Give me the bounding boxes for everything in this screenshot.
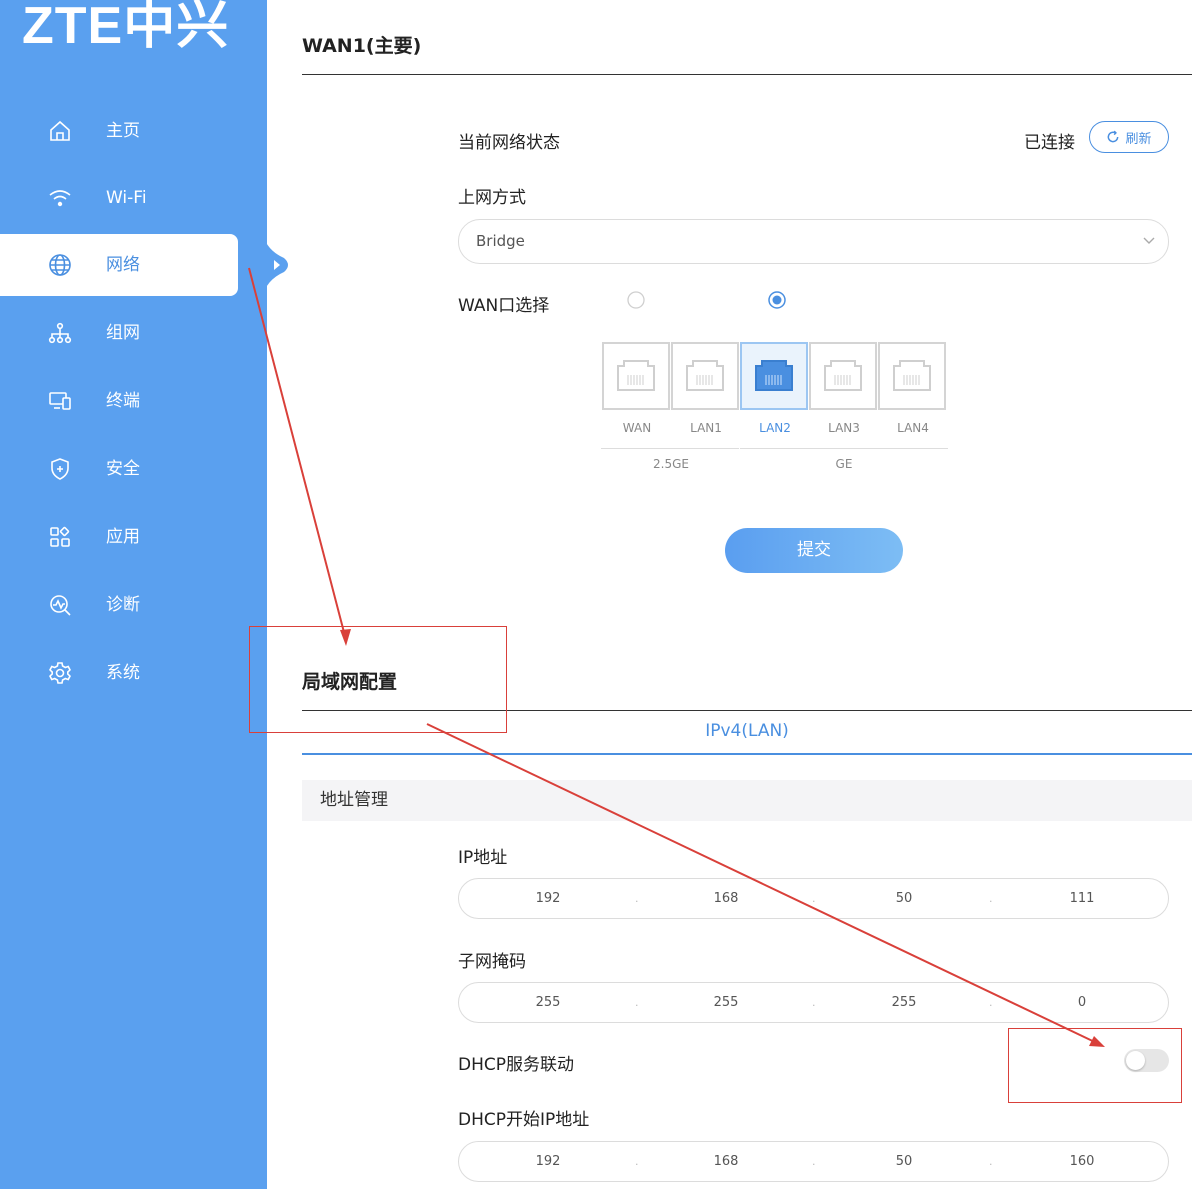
annotation-arrow bbox=[248, 267, 347, 641]
arrowhead-icon bbox=[340, 629, 351, 646]
annotation-arrow bbox=[426, 723, 1102, 1046]
annotation-arrows bbox=[248, 267, 1105, 1047]
arrowhead-icon bbox=[1089, 1036, 1105, 1047]
